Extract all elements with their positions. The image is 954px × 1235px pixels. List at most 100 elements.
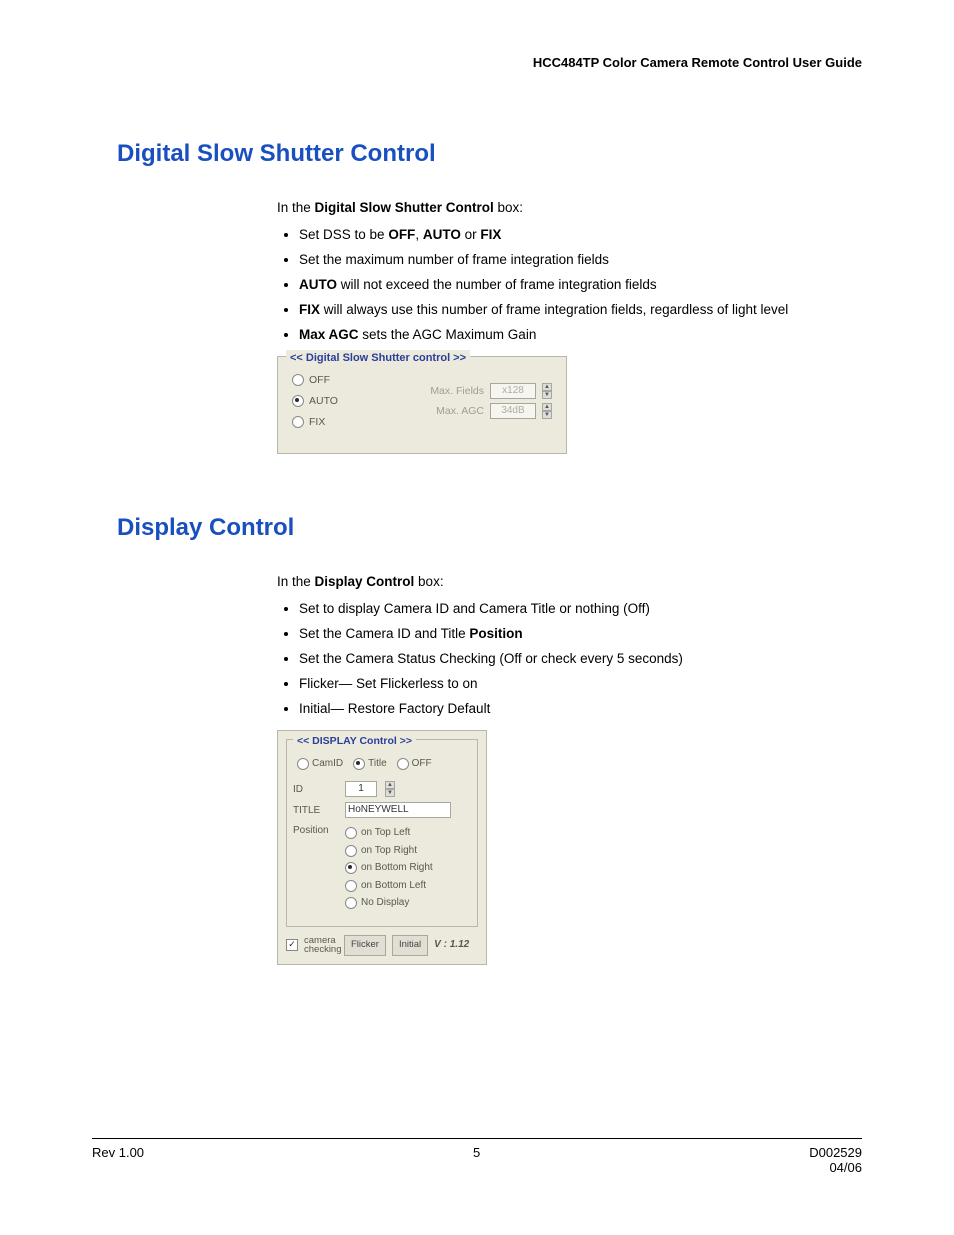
radio-icon <box>292 416 304 428</box>
radio-icon <box>397 758 409 770</box>
camera-checking-checkbox[interactable]: ✓ <box>286 939 298 951</box>
pos-label: No Display <box>361 895 409 911</box>
radio-icon <box>292 374 304 386</box>
dss-radio-off[interactable]: OFF <box>292 372 382 388</box>
li: Flicker— Set Flickerless to on <box>299 674 862 695</box>
t: AUTO <box>423 227 461 242</box>
heading-dss: Digital Slow Shutter Control <box>117 140 862 168</box>
disp-radio-off[interactable]: OFF <box>397 756 432 772</box>
dss-radio-auto-label: AUTO <box>309 393 338 409</box>
dss-bullets: Set DSS to be OFF, AUTO or FIX Set the m… <box>277 225 862 346</box>
li: Set to display Camera ID and Camera Titl… <box>299 599 862 620</box>
pos-radio-bottomright[interactable]: on Bottom Right <box>345 860 433 876</box>
t: or <box>461 227 481 242</box>
t: Set the Camera ID and Title <box>299 626 469 641</box>
t: Digital Slow Shutter Control <box>315 200 494 215</box>
pos-label: on Bottom Right <box>361 860 433 876</box>
pos-radio-bottomleft[interactable]: on Bottom Left <box>345 878 433 894</box>
dss-radio-off-label: OFF <box>309 372 330 388</box>
display-panel-legend: << DISPLAY Control >> <box>293 733 416 749</box>
position-label: Position <box>293 823 337 839</box>
chevron-up-icon: ▲ <box>542 403 552 411</box>
li: Set the Camera ID and Title Position <box>299 624 862 645</box>
footer-pagenum: 5 <box>473 1145 480 1175</box>
t: FIX <box>480 227 501 242</box>
dss-content: In the Digital Slow Shutter Control box:… <box>277 198 862 454</box>
radio-icon <box>292 395 304 407</box>
li: FIX will always use this number of frame… <box>299 300 862 321</box>
max-agc-label: Max. AGC <box>436 403 484 419</box>
disp-radio-title-label: Title <box>368 756 387 772</box>
radio-icon <box>353 758 365 770</box>
t: In the <box>277 574 315 589</box>
display-content: In the Display Control box: Set to displ… <box>277 572 862 964</box>
t: will always use this number of frame int… <box>320 302 788 317</box>
t: AUTO <box>299 277 337 292</box>
t: Set DSS to be <box>299 227 388 242</box>
radio-icon <box>297 758 309 770</box>
chevron-up-icon: ▲ <box>385 781 395 789</box>
li: Set the Camera Status Checking (Off or c… <box>299 649 862 670</box>
radio-icon <box>345 897 357 909</box>
page-footer: Rev 1.00 5 D002529 04/06 <box>92 1138 862 1175</box>
chevron-down-icon: ▼ <box>542 391 552 399</box>
max-agc-input[interactable]: 34dB <box>490 403 536 419</box>
footer-rev: Rev 1.00 <box>92 1145 144 1175</box>
li: Set the maximum number of frame integrat… <box>299 250 862 271</box>
max-fields-spinner[interactable]: ▲ ▼ <box>542 383 552 399</box>
pos-label: on Top Right <box>361 843 417 859</box>
pos-radio-topleft[interactable]: on Top Left <box>345 825 433 841</box>
initial-button[interactable]: Initial <box>392 935 428 956</box>
chevron-down-icon: ▼ <box>385 789 395 797</box>
t: Max AGC <box>299 327 359 342</box>
title-input[interactable]: HoNEYWELL <box>345 802 451 818</box>
id-label: ID <box>293 782 337 798</box>
pos-label: on Top Left <box>361 825 410 841</box>
flicker-button[interactable]: Flicker <box>344 935 386 956</box>
dss-radio-fix[interactable]: FIX <box>292 414 382 430</box>
display-bullets: Set to display Camera ID and Camera Titl… <box>277 599 862 720</box>
display-intro: In the Display Control box: <box>277 572 862 593</box>
radio-icon <box>345 880 357 892</box>
id-input[interactable]: 1 <box>345 781 377 797</box>
title-label: TITLE <box>293 803 337 819</box>
t: , <box>415 227 423 242</box>
disp-radio-title[interactable]: Title <box>353 756 387 772</box>
display-panel: << DISPLAY Control >> CamID Title OFF <box>277 730 487 965</box>
max-fields-input[interactable]: x128 <box>490 383 536 399</box>
t: OFF <box>388 227 415 242</box>
t: sets the AGC Maximum Gain <box>359 327 537 342</box>
t: In the <box>277 200 315 215</box>
disp-radio-camid[interactable]: CamID <box>297 756 343 772</box>
version-label: V : 1.12 <box>434 937 469 953</box>
radio-icon <box>345 827 357 839</box>
radio-icon <box>345 845 357 857</box>
li: Set DSS to be OFF, AUTO or FIX <box>299 225 862 246</box>
id-spinner[interactable]: ▲ ▼ <box>385 781 395 797</box>
heading-display: Display Control <box>117 514 862 542</box>
dss-radio-auto[interactable]: AUTO <box>292 393 382 409</box>
disp-radio-camid-label: CamID <box>312 756 343 772</box>
pos-radio-topright[interactable]: on Top Right <box>345 843 433 859</box>
t: box: <box>494 200 523 215</box>
chevron-up-icon: ▲ <box>542 383 552 391</box>
footer-docnum: D002529 <box>809 1145 862 1160</box>
footer-date: 04/06 <box>829 1160 862 1175</box>
li: Initial— Restore Factory Default <box>299 699 862 720</box>
max-agc-spinner[interactable]: ▲ ▼ <box>542 403 552 419</box>
dss-panel: << Digital Slow Shutter control >> OFF A… <box>277 356 567 455</box>
disp-radio-off-label: OFF <box>412 756 432 772</box>
li: AUTO will not exceed the number of frame… <box>299 275 862 296</box>
radio-icon <box>345 862 357 874</box>
dss-radio-fix-label: FIX <box>309 414 325 430</box>
camera-checking-label: camera checking <box>304 936 338 955</box>
page-header: HCC484TP Color Camera Remote Control Use… <box>117 55 862 70</box>
pos-label: on Bottom Left <box>361 878 426 894</box>
dss-intro: In the Digital Slow Shutter Control box: <box>277 198 862 219</box>
t: Display Control <box>315 574 415 589</box>
t: box: <box>414 574 443 589</box>
li: Max AGC sets the AGC Maximum Gain <box>299 325 862 346</box>
chevron-down-icon: ▼ <box>542 411 552 419</box>
max-fields-label: Max. Fields <box>430 383 484 399</box>
pos-radio-nodisplay[interactable]: No Display <box>345 895 433 911</box>
